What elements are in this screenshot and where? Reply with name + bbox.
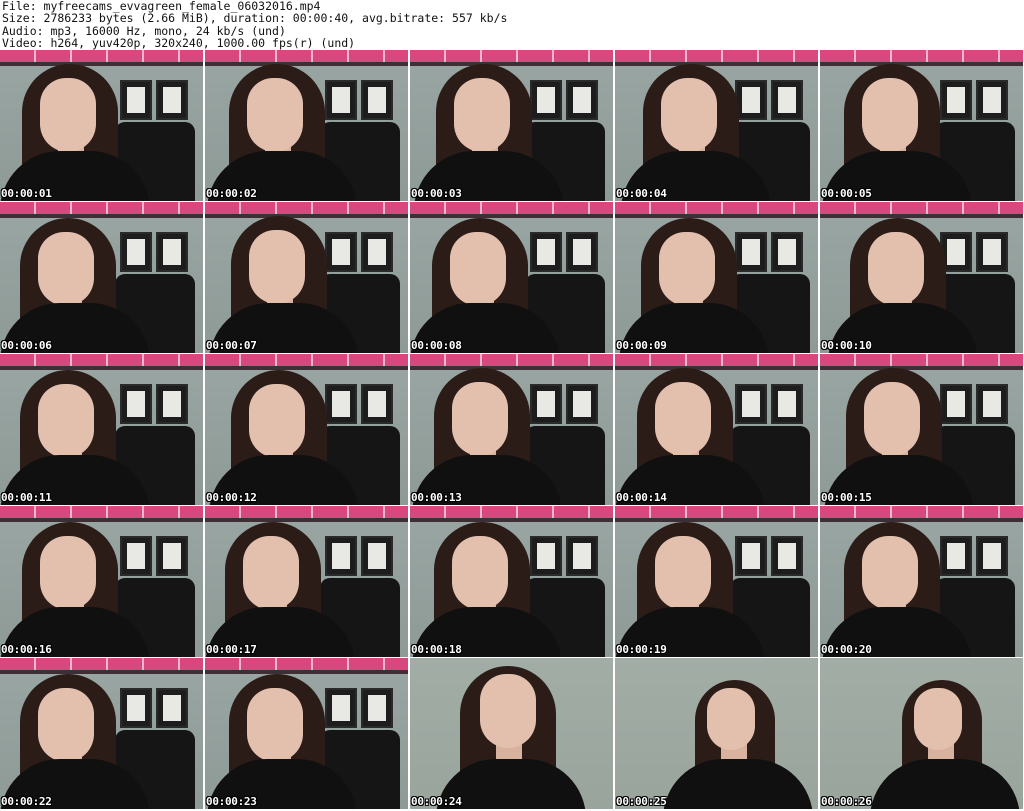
- file-info-header: File: myfreecams_evvagreen_female_060320…: [2, 0, 1022, 50]
- thumbnail-frame[interactable]: 00:00:17: [205, 506, 408, 657]
- thumbnail-timestamp: 00:00:18: [411, 643, 462, 656]
- thumbnail-timestamp: 00:00:15: [821, 491, 872, 504]
- thumbnail-frame[interactable]: 00:00:02: [205, 50, 408, 201]
- thumbnail-timestamp: 00:00:25: [616, 795, 667, 808]
- thumbnail-frame[interactable]: 00:00:16: [0, 506, 203, 657]
- video-line: Video: h264, yuv420p, 320x240, 1000.00 f…: [2, 36, 356, 51]
- thumbnail-timestamp: 00:00:07: [206, 339, 257, 352]
- thumbnail-frame[interactable]: 00:00:07: [205, 202, 408, 353]
- thumbnail-frame[interactable]: 00:00:03: [410, 50, 613, 201]
- thumbnail-frame[interactable]: 00:00:08: [410, 202, 613, 353]
- thumbnail-timestamp: 00:00:20: [821, 643, 872, 656]
- thumbnail-timestamp: 00:00:17: [206, 643, 257, 656]
- thumbnail-timestamp: 00:00:22: [1, 795, 52, 808]
- thumbnail-timestamp: 00:00:14: [616, 491, 667, 504]
- thumbnail-frame[interactable]: 00:00:04: [615, 50, 818, 201]
- thumbnail-frame[interactable]: 00:00:05: [820, 50, 1023, 201]
- thumbnail-frame[interactable]: 00:00:09: [615, 202, 818, 353]
- thumbnail-frame[interactable]: 00:00:23: [205, 658, 408, 809]
- thumbnail-frame[interactable]: 00:00:25: [615, 658, 818, 809]
- thumbnail-timestamp: 00:00:23: [206, 795, 257, 808]
- thumbnail-timestamp: 00:00:02: [206, 187, 257, 200]
- thumbnail-timestamp: 00:00:05: [821, 187, 872, 200]
- thumbnail-timestamp: 00:00:24: [411, 795, 462, 808]
- size-line: Size: 2786233 bytes (2.66 MiB), duration…: [2, 11, 508, 26]
- thumbnail-frame[interactable]: 00:00:13: [410, 354, 613, 505]
- thumbnail-timestamp: 00:00:16: [1, 643, 52, 656]
- thumbnail-timestamp: 00:00:19: [616, 643, 667, 656]
- thumbnail-timestamp: 00:00:10: [821, 339, 872, 352]
- thumbnail-frame[interactable]: 00:00:15: [820, 354, 1023, 505]
- thumbnail-frame[interactable]: 00:00:06: [0, 202, 203, 353]
- thumbnail-frame[interactable]: 00:00:01: [0, 50, 203, 201]
- thumbnail-frame[interactable]: 00:00:26: [820, 658, 1023, 809]
- thumbnail-frame[interactable]: 00:00:12: [205, 354, 408, 505]
- thumbnail-frame[interactable]: 00:00:20: [820, 506, 1023, 657]
- thumbnail-timestamp: 00:00:08: [411, 339, 462, 352]
- thumbnail-timestamp: 00:00:09: [616, 339, 667, 352]
- thumbnail-timestamp: 00:00:12: [206, 491, 257, 504]
- thumbnail-timestamp: 00:00:11: [1, 491, 52, 504]
- thumbnail-frame[interactable]: 00:00:14: [615, 354, 818, 505]
- thumbnail-grid: 00:00:01 00:00:02 00:00:03 00:00:04 00:0…: [0, 50, 1024, 810]
- thumbnail-frame[interactable]: 00:00:10: [820, 202, 1023, 353]
- thumbnail-timestamp: 00:00:01: [1, 187, 52, 200]
- thumbnail-timestamp: 00:00:06: [1, 339, 52, 352]
- thumbnail-timestamp: 00:00:13: [411, 491, 462, 504]
- thumbnail-timestamp: 00:00:26: [821, 795, 872, 808]
- thumbnail-timestamp: 00:00:04: [616, 187, 667, 200]
- thumbnail-timestamp: 00:00:03: [411, 187, 462, 200]
- thumbnail-frame[interactable]: 00:00:22: [0, 658, 203, 809]
- thumbnail-frame[interactable]: 00:00:19: [615, 506, 818, 657]
- thumbnail-frame[interactable]: 00:00:18: [410, 506, 613, 657]
- thumbnail-frame[interactable]: 00:00:11: [0, 354, 203, 505]
- thumbnail-frame[interactable]: 00:00:24: [410, 658, 613, 809]
